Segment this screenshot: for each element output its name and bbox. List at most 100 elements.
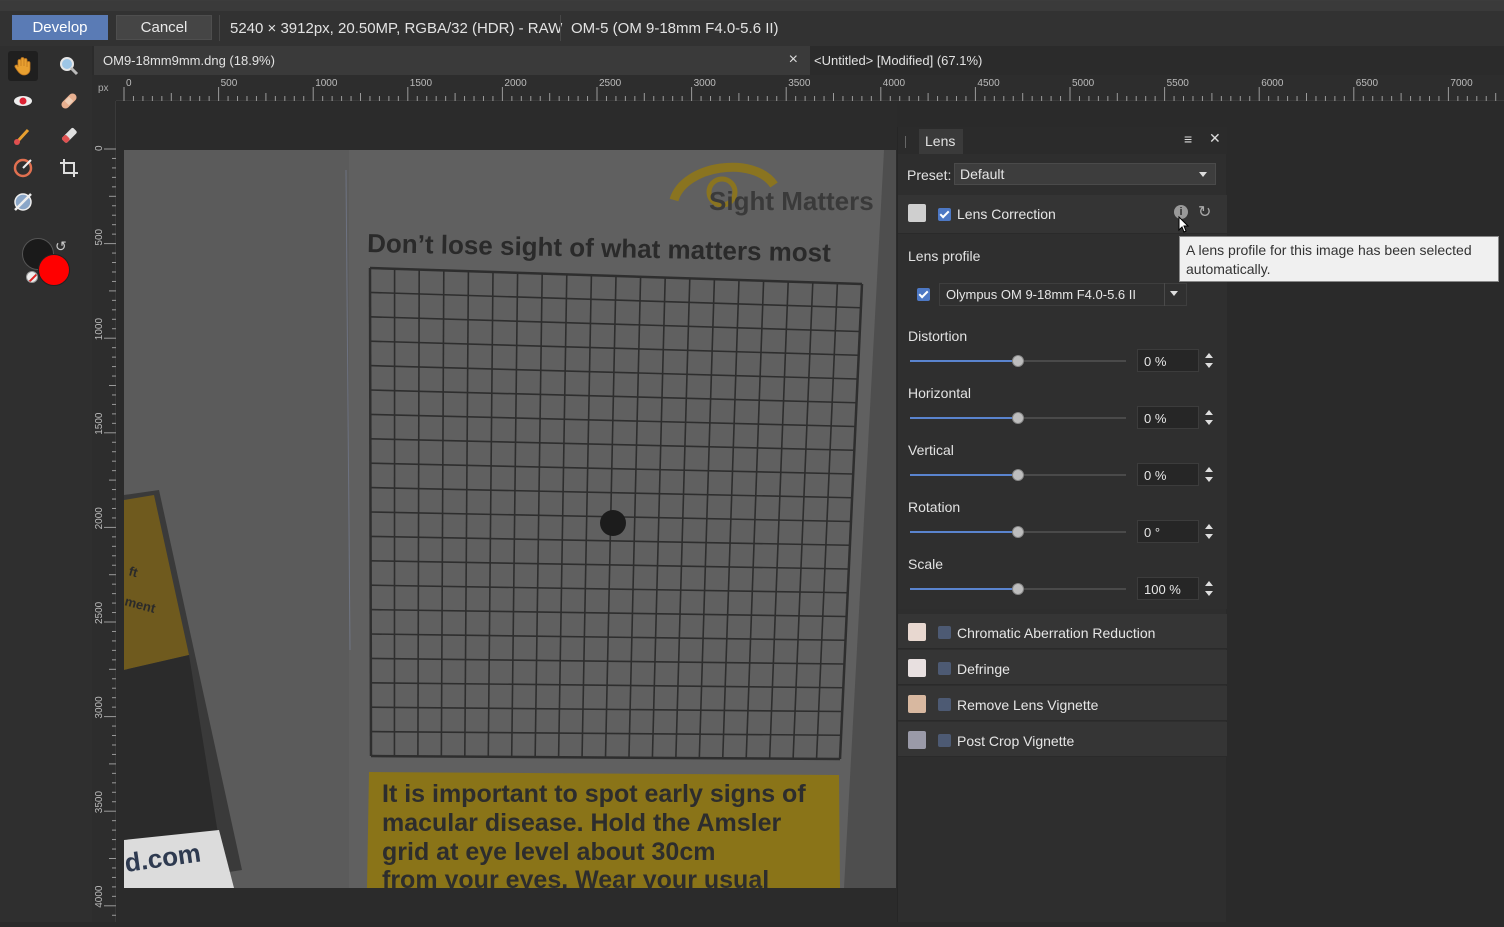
view-tool-hand-icon[interactable] <box>8 51 38 81</box>
ruler-label: 0 <box>126 78 132 89</box>
panel-menu-icon[interactable]: ≡ <box>1184 131 1192 147</box>
spin-down-icon[interactable] <box>1205 420 1213 425</box>
value-spinner[interactable] <box>1204 465 1214 485</box>
vertical-ruler: 05001000150020002500300035004000 <box>92 101 116 922</box>
spin-down-icon[interactable] <box>1205 477 1213 482</box>
ruler-label: 4000 <box>883 78 906 89</box>
spin-up-icon[interactable] <box>1205 353 1213 358</box>
panel-grip[interactable] <box>905 136 906 148</box>
scale-slider[interactable] <box>910 588 1126 590</box>
value-spinner[interactable] <box>1204 579 1214 599</box>
photo-canvas[interactable]: Sight Matters Don’t lose sight of what m… <box>124 150 896 888</box>
spin-up-icon[interactable] <box>1205 581 1213 586</box>
swap-colors-icon[interactable]: ↺ <box>55 238 67 255</box>
spin-up-icon[interactable] <box>1205 410 1213 415</box>
vertical-value-field[interactable]: 0 % <box>1137 463 1199 486</box>
rotation-slider[interactable] <box>910 531 1126 533</box>
slider-label: Horizontal <box>908 385 971 401</box>
slider-knob[interactable] <box>1012 583 1024 595</box>
lens-profile-dropdown-button[interactable] <box>1164 283 1186 306</box>
overlay-erase-icon[interactable] <box>54 120 84 150</box>
overlay-paint-brush-icon[interactable] <box>8 120 38 150</box>
slider-label: Distortion <box>908 328 967 344</box>
ruler-label: 500 <box>221 78 238 89</box>
slider-fill <box>910 588 1018 590</box>
spin-down-icon[interactable] <box>1205 591 1213 596</box>
ruler-label: 4500 <box>977 78 1000 89</box>
slider-knob[interactable] <box>1012 526 1024 538</box>
section-chromatic-aberration-reduction[interactable]: Chromatic Aberration Reduction <box>898 614 1227 649</box>
blemish-tool-bandage-icon[interactable] <box>54 86 84 116</box>
slider-row-horizontal: Horizontal 0 % <box>898 385 1227 437</box>
section-checkbox[interactable] <box>938 662 951 675</box>
zoom-tool-magnifier-icon[interactable] <box>54 51 84 81</box>
ruler-label: 7000 <box>1450 78 1473 89</box>
distortion-value-field[interactable]: 0 % <box>1137 349 1199 372</box>
slider-knob[interactable] <box>1012 412 1024 424</box>
value-spinner[interactable] <box>1204 522 1214 542</box>
ruler-label: 3500 <box>94 791 105 814</box>
section-checkbox[interactable] <box>938 734 951 747</box>
red-eye-tool-eye-icon[interactable] <box>8 86 38 116</box>
horizontal-value-field[interactable]: 0 % <box>1137 406 1199 429</box>
section-label: Chromatic Aberration Reduction <box>957 625 1155 641</box>
slider-knob[interactable] <box>1012 469 1024 481</box>
white-balance-picker-icon[interactable] <box>8 187 38 217</box>
body-line-4: from your eyes. Wear your usual <box>382 866 769 888</box>
slider-fill <box>910 360 1018 362</box>
section-thumbnail-icon <box>908 695 926 713</box>
section-remove-lens-vignette[interactable]: Remove Lens Vignette <box>898 686 1227 721</box>
tab-document-2[interactable]: <Untitled> [Modified] (67.1%) <box>814 53 982 68</box>
no-color-icon[interactable] <box>26 271 38 283</box>
distortion-slider[interactable] <box>910 360 1126 362</box>
crop-tool-icon[interactable] <box>54 153 84 183</box>
overlay-gradient-icon[interactable] <box>8 153 38 183</box>
tab-lens[interactable]: Lens <box>919 129 963 154</box>
value-spinner[interactable] <box>1204 408 1214 428</box>
preset-dropdown[interactable]: Default <box>954 163 1216 185</box>
value-spinner[interactable] <box>1204 351 1214 371</box>
ruler-label: 0 <box>94 145 105 151</box>
slider-knob[interactable] <box>1012 355 1024 367</box>
tab-document-1[interactable]: OM9-18mm9mm.dng (18.9%) × <box>94 46 810 75</box>
slider-fill <box>910 531 1018 533</box>
spin-up-icon[interactable] <box>1205 467 1213 472</box>
horizontal-ruler: 0500100015002000250030003500400045005000… <box>116 75 1504 101</box>
horizontal-slider[interactable] <box>910 417 1126 419</box>
cancel-button[interactable]: Cancel <box>116 15 212 40</box>
brand-text: Sight Matters <box>709 186 874 216</box>
lens-profile-checkbox[interactable] <box>917 288 930 301</box>
ruler-unit: px <box>92 75 116 101</box>
develop-button[interactable]: Develop <box>12 15 108 40</box>
lens-correction-checkbox[interactable] <box>938 208 951 221</box>
ruler-label: 2000 <box>94 507 105 530</box>
section-post-crop-vignette[interactable]: Post Crop Vignette <box>898 722 1227 757</box>
spin-up-icon[interactable] <box>1205 524 1213 529</box>
section-checkbox[interactable] <box>938 698 951 711</box>
spin-down-icon[interactable] <box>1205 363 1213 368</box>
slider-row-distortion: Distortion 0 % <box>898 328 1227 380</box>
panel-close-icon[interactable]: ✕ <box>1209 130 1221 147</box>
ruler-label: 6500 <box>1356 78 1379 89</box>
close-tab-icon[interactable]: × <box>789 51 798 69</box>
rotation-value-field[interactable]: 0 ° <box>1137 520 1199 543</box>
canvas-right-area <box>1226 101 1504 922</box>
spin-down-icon[interactable] <box>1205 534 1213 539</box>
slider-label: Rotation <box>908 499 960 515</box>
section-checkbox[interactable] <box>938 626 951 639</box>
scale-value-field[interactable]: 100 % <box>1137 577 1199 600</box>
ruler-label: 2000 <box>504 78 527 89</box>
title-strip <box>0 1 1504 11</box>
section-thumbnail-icon <box>908 623 926 641</box>
secondary-color-swatch[interactable] <box>38 254 70 286</box>
reset-icon[interactable]: ↻ <box>1198 202 1211 222</box>
document-tabs: OM9-18mm9mm.dng (18.9%) × <Untitled> [Mo… <box>92 46 1504 75</box>
lens-profile-dropdown[interactable]: Olympus OM 9-18mm F4.0-5.6 II <box>939 283 1187 306</box>
image-info: 5240 × 3912px, 20.50MP, RGBA/32 (HDR) - … <box>230 20 562 37</box>
vertical-slider[interactable] <box>910 474 1126 476</box>
lens-correction-label: Lens Correction <box>957 206 1056 222</box>
section-thumbnail-icon <box>908 731 926 749</box>
slider-fill <box>910 474 1018 476</box>
section-defringe[interactable]: Defringe <box>898 650 1227 685</box>
ruler-label: 5000 <box>1072 78 1095 89</box>
